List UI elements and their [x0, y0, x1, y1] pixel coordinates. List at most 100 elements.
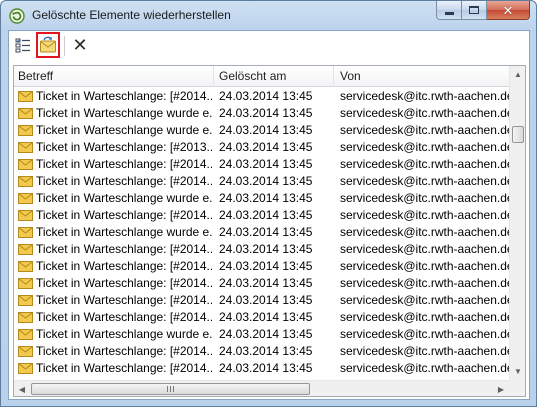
list-item[interactable]: Ticket in Warteschlange: [#2014... 24.03.… [14, 156, 509, 173]
envelope-icon [18, 125, 33, 136]
deleted-on-cell: 24.03.2014 13:45 [219, 174, 313, 188]
subject-cell: Ticket in Warteschlange: [#2014... [18, 207, 212, 224]
subject-text: Ticket in Warteschlange: [#2014... [36, 89, 212, 103]
scroll-left-icon[interactable]: ◀ [14, 381, 30, 396]
maximize-icon [469, 6, 479, 14]
column-header-subject[interactable]: Betreff [14, 66, 214, 87]
subject-text: Ticket in Warteschlange: [#2014... [36, 276, 212, 290]
deleted-on-cell: 24.03.2014 13:45 [219, 361, 313, 375]
list-item[interactable]: Ticket in Warteschlange: [#2014... 24.03.… [14, 207, 509, 224]
deleted-on-cell: 24.03.2014 13:45 [219, 208, 313, 222]
from-cell: servicedesk@itc.rwth-aachen.de [340, 123, 509, 137]
subject-text: Ticket in Warteschlange: [#2014... [36, 157, 212, 171]
column-header-from[interactable]: Von [334, 66, 509, 87]
toolbar: ✕ [9, 31, 529, 61]
subject-cell: Ticket in Warteschlange wurde e... [18, 190, 212, 207]
deleted-on-cell: 24.03.2014 13:45 [219, 123, 313, 137]
envelope-icon [18, 159, 33, 170]
deleted-on-cell: 24.03.2014 13:45 [219, 259, 313, 273]
list-item[interactable]: Ticket in Warteschlange wurde e... 24.03.… [14, 224, 509, 241]
scroll-right-icon[interactable]: ▶ [493, 381, 509, 396]
select-all-button[interactable] [12, 34, 34, 56]
window-title: Gelöschte Elemente wiederherstellen [32, 8, 231, 22]
list-item[interactable]: Ticket in Warteschlange wurde e... 24.03.… [14, 105, 509, 122]
from-cell: servicedesk@itc.rwth-aachen.de [340, 89, 509, 103]
subject-text: Ticket in Warteschlange: [#2014... [36, 242, 212, 256]
envelope-icon [18, 108, 33, 119]
envelope-restore-icon [40, 36, 56, 53]
scrollbar-corner [509, 380, 525, 396]
deleted-on-cell: 24.03.2014 13:45 [219, 293, 313, 307]
deleted-on-cell: 24.03.2014 13:45 [219, 225, 313, 239]
list-header: Betreff Gelöscht am Von [14, 66, 509, 87]
window-controls: ✕ [436, 1, 530, 21]
subject-cell: Ticket in Warteschlange: [#2014... [18, 88, 212, 105]
subject-text: Ticket in Warteschlange: [#2014... [36, 361, 212, 375]
from-cell: servicedesk@itc.rwth-aachen.de [340, 174, 509, 188]
deleted-on-cell: 24.03.2014 13:45 [219, 191, 313, 205]
list-item[interactable]: Ticket in Warteschlange wurde e... 24.03.… [14, 326, 509, 343]
subject-cell: Ticket in Warteschlange wurde e... [18, 326, 212, 343]
envelope-icon [18, 227, 33, 238]
envelope-icon [18, 210, 33, 221]
subject-cell: Ticket in Warteschlange: [#2014... [18, 292, 212, 309]
list-item[interactable]: Ticket in Warteschlange wurde e... 24.03.… [14, 122, 509, 139]
subject-text: Ticket in Warteschlange: [#2014... [36, 310, 212, 324]
subject-text: Ticket in Warteschlange: [#2013... [36, 140, 212, 154]
title-bar[interactable]: Gelöschte Elemente wiederherstellen ✕ [1, 1, 536, 31]
list-item[interactable]: Ticket in Warteschlange: [#2014... 24.03.… [14, 88, 509, 105]
deleted-on-cell: 24.03.2014 13:45 [219, 157, 313, 171]
scroll-up-icon[interactable]: ▲ [510, 66, 525, 83]
horizontal-scrollbar[interactable]: ◀ ▶ [14, 380, 509, 396]
from-cell: servicedesk@itc.rwth-aachen.de [340, 344, 509, 358]
from-cell: servicedesk@itc.rwth-aachen.de [340, 361, 509, 375]
minimize-button[interactable] [436, 1, 462, 20]
envelope-icon [18, 363, 33, 374]
envelope-icon [18, 91, 33, 102]
list-item[interactable]: Ticket in Warteschlange: [#2014... 24.03.… [14, 258, 509, 275]
deleted-on-cell: 24.03.2014 13:45 [219, 310, 313, 324]
list-item[interactable]: Ticket in Warteschlange: [#2014... 24.03.… [14, 343, 509, 360]
deleted-on-cell: 24.03.2014 13:45 [219, 140, 313, 154]
minimize-icon [444, 12, 454, 15]
deleted-on-cell: 24.03.2014 13:45 [219, 344, 313, 358]
from-cell: servicedesk@itc.rwth-aachen.de [340, 310, 509, 324]
column-header-deleted-on[interactable]: Gelöscht am [214, 66, 334, 87]
restore-selected-button[interactable] [36, 32, 60, 58]
deleted-on-cell: 24.03.2014 13:45 [219, 106, 313, 120]
scroll-down-icon[interactable]: ▼ [510, 363, 525, 380]
list-item[interactable]: Ticket in Warteschlange: [#2014... 24.03.… [14, 292, 509, 309]
list-item[interactable]: Ticket in Warteschlange wurde e... 24.03.… [14, 190, 509, 207]
list-item[interactable]: Ticket in Warteschlange: [#2014... 24.03.… [14, 309, 509, 326]
list-item[interactable]: Ticket in Warteschlange: [#2014... 24.03.… [14, 173, 509, 190]
subject-cell: Ticket in Warteschlange wurde e... [18, 224, 212, 241]
subject-text: Ticket in Warteschlange: [#2014... [36, 208, 212, 222]
from-cell: servicedesk@itc.rwth-aachen.de [340, 225, 509, 239]
list-item[interactable]: Ticket in Warteschlange: [#2014... 24.03.… [14, 241, 509, 258]
app-icon [9, 8, 25, 24]
envelope-icon [18, 295, 33, 306]
subject-cell: Ticket in Warteschlange: [#2014... [18, 241, 212, 258]
envelope-icon [18, 329, 33, 340]
deleted-items-list: Betreff Gelöscht am Von Ticket in Wartes… [13, 65, 526, 397]
horizontal-scroll-thumb[interactable] [31, 383, 310, 395]
purge-button[interactable]: ✕ [69, 34, 91, 56]
list-item[interactable]: Ticket in Warteschlange: [#2014... 24.03.… [14, 275, 509, 292]
close-button[interactable]: ✕ [487, 1, 530, 20]
grip-icon [166, 386, 175, 392]
subject-cell: Ticket in Warteschlange: [#2013... [18, 139, 212, 156]
from-cell: servicedesk@itc.rwth-aachen.de [340, 191, 509, 205]
maximize-button[interactable] [462, 1, 487, 20]
vertical-scroll-thumb[interactable] [512, 126, 524, 143]
list-rows: Ticket in Warteschlange: [#2014... 24.03.… [14, 88, 509, 380]
list-item[interactable]: Ticket in Warteschlange: [#2014... 24.03.… [14, 360, 509, 377]
subject-text: Ticket in Warteschlange: [#2014... [36, 344, 212, 358]
list-item[interactable]: Ticket in Warteschlange: [#2013... 24.03.… [14, 139, 509, 156]
envelope-icon [18, 142, 33, 153]
restore-deleted-items-dialog: Gelöschte Elemente wiederherstellen ✕ ✕ … [0, 0, 537, 407]
envelope-icon [18, 261, 33, 272]
delete-icon: ✕ [72, 34, 88, 55]
vertical-scrollbar[interactable]: ▲ ▼ [509, 66, 525, 380]
from-cell: servicedesk@itc.rwth-aachen.de [340, 140, 509, 154]
select-all-icon [15, 38, 30, 53]
